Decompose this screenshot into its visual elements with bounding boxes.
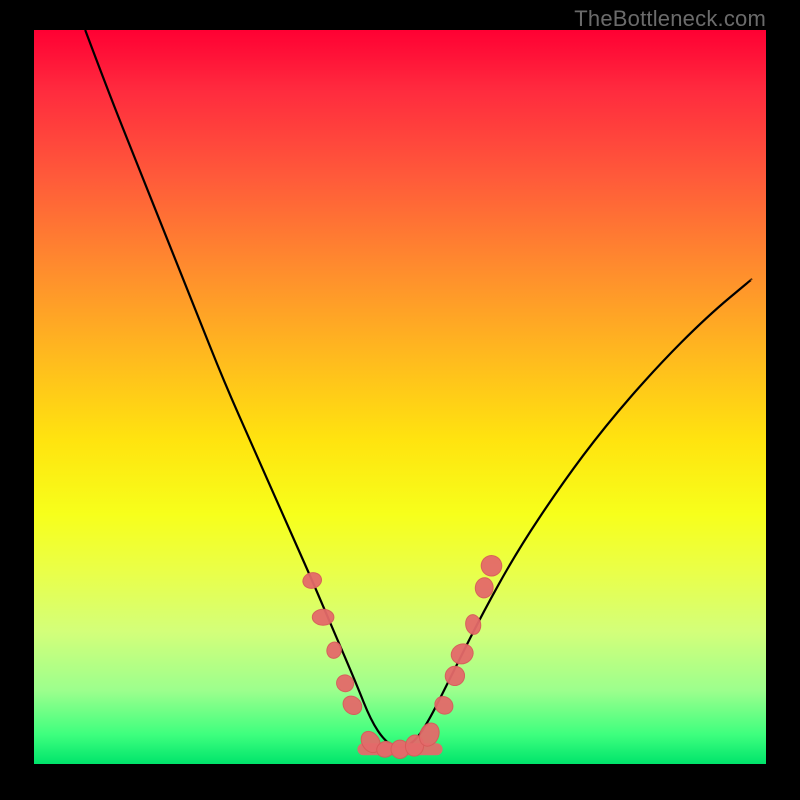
- plot-svg: [34, 30, 766, 764]
- blob-marker: [464, 614, 482, 636]
- blob-marker: [448, 641, 476, 667]
- blob-marker: [312, 609, 334, 625]
- blob-marker: [325, 641, 343, 660]
- blob-marker: [474, 577, 494, 599]
- blob-cluster: [301, 553, 505, 760]
- bottleneck-curve: [85, 30, 751, 748]
- curve-layer: [85, 30, 751, 748]
- plot-area: [34, 30, 766, 764]
- blob-marker: [478, 553, 505, 579]
- chart-frame: TheBottleneck.com: [0, 0, 800, 800]
- watermark-text: TheBottleneck.com: [574, 6, 766, 32]
- blob-marker: [301, 571, 323, 591]
- blob-marker: [431, 693, 456, 718]
